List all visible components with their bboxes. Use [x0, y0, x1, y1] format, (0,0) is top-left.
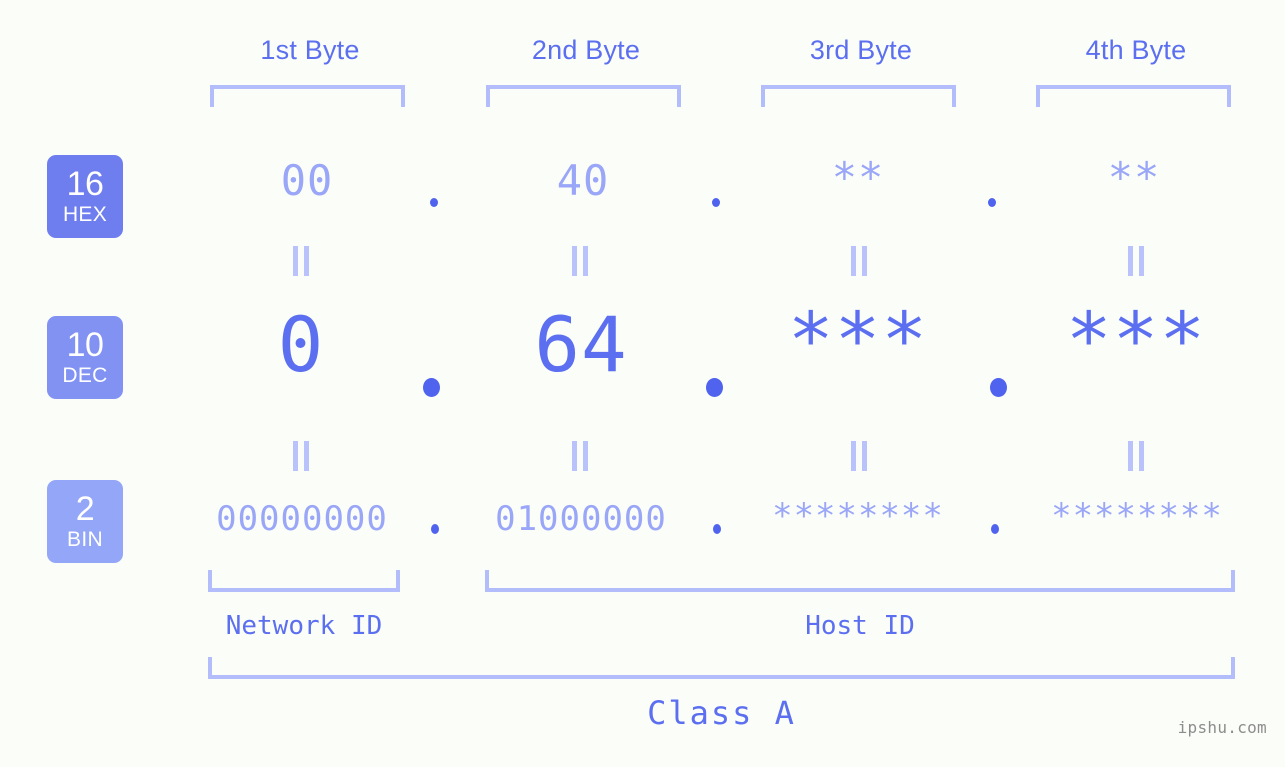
- site-watermark: ipshu.com: [1177, 718, 1267, 737]
- dec-separator-dot-1: [423, 378, 440, 397]
- hex-value-byte-3: **: [831, 153, 885, 202]
- hex-value-byte-2: 40: [556, 156, 610, 205]
- equals-connector-hex-dec-1: [293, 246, 309, 276]
- equals-connector-dec-bin-1: [293, 441, 309, 471]
- equals-connector-dec-bin-2: [572, 441, 588, 471]
- bin-separator-dot-1: [431, 524, 439, 534]
- byte-bracket-top-1: [210, 85, 405, 107]
- ip-byte-breakdown-diagram: 1st Byte 2nd Byte 3rd Byte 4th Byte 16 H…: [0, 0, 1285, 767]
- byte-bracket-top-3: [761, 85, 956, 107]
- badge-bin-number: 2: [75, 490, 95, 528]
- byte-header-2: 2nd Byte: [531, 35, 641, 65]
- network-id-bracket: [208, 570, 400, 592]
- badge-bin: 2 BIN: [47, 480, 123, 563]
- badge-dec-number: 10: [66, 326, 104, 364]
- equals-connector-hex-dec-3: [851, 246, 867, 276]
- badge-hex-abbr: HEX: [62, 203, 108, 226]
- dec-value-byte-3: ***: [787, 295, 929, 384]
- badge-hex-number: 16: [66, 165, 104, 203]
- equals-connector-hex-dec-2: [572, 246, 588, 276]
- bin-value-byte-4: ********: [1051, 496, 1223, 536]
- dec-value-byte-1: 0: [277, 300, 325, 389]
- badge-dec-abbr: DEC: [62, 364, 108, 387]
- dec-separator-dot-3: [990, 378, 1007, 397]
- badge-dec: 10 DEC: [47, 316, 123, 399]
- hex-separator-dot-2: [712, 198, 720, 207]
- byte-bracket-top-2: [486, 85, 681, 107]
- bin-value-byte-1: 00000000: [216, 499, 388, 539]
- class-bracket: [208, 657, 1235, 679]
- network-id-label: Network ID: [225, 611, 383, 641]
- byte-header-1: 1st Byte: [260, 35, 360, 65]
- hex-value-byte-4: **: [1107, 153, 1161, 202]
- dec-value-byte-2: 64: [534, 300, 628, 389]
- hex-separator-dot-3: [988, 198, 996, 207]
- host-id-bracket: [485, 570, 1235, 592]
- bin-separator-dot-2: [713, 524, 721, 534]
- bin-value-byte-3: ********: [772, 496, 944, 536]
- hex-value-byte-1: 00: [280, 156, 334, 205]
- equals-connector-dec-bin-4: [1128, 441, 1144, 471]
- dec-separator-dot-2: [706, 378, 723, 397]
- byte-bracket-top-4: [1036, 85, 1231, 107]
- bin-separator-dot-3: [991, 524, 999, 534]
- class-label: Class A: [647, 694, 796, 732]
- host-id-label: Host ID: [805, 611, 915, 641]
- hex-separator-dot-1: [430, 198, 438, 207]
- bin-value-byte-2: 01000000: [495, 499, 667, 539]
- equals-connector-hex-dec-4: [1128, 246, 1144, 276]
- equals-connector-dec-bin-3: [851, 441, 867, 471]
- byte-header-3: 3rd Byte: [809, 35, 913, 65]
- badge-hex: 16 HEX: [47, 155, 123, 238]
- badge-bin-abbr: BIN: [67, 528, 103, 551]
- byte-header-4: 4th Byte: [1085, 35, 1187, 65]
- dec-value-byte-4: ***: [1065, 295, 1207, 384]
